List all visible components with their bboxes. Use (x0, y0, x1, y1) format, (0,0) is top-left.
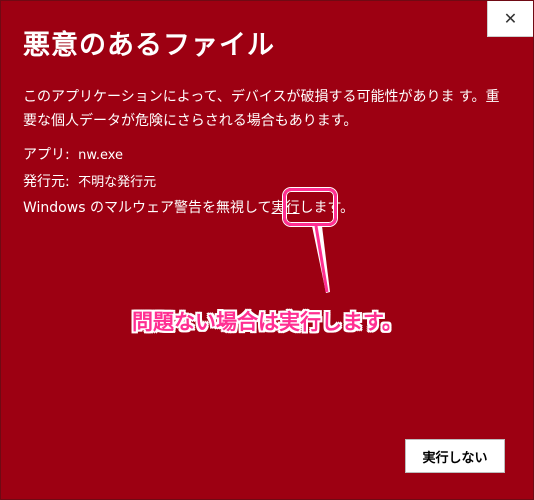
callout-pointer (312, 225, 330, 293)
callout-annotation: 問題ない場合は実行します。 (132, 310, 403, 334)
